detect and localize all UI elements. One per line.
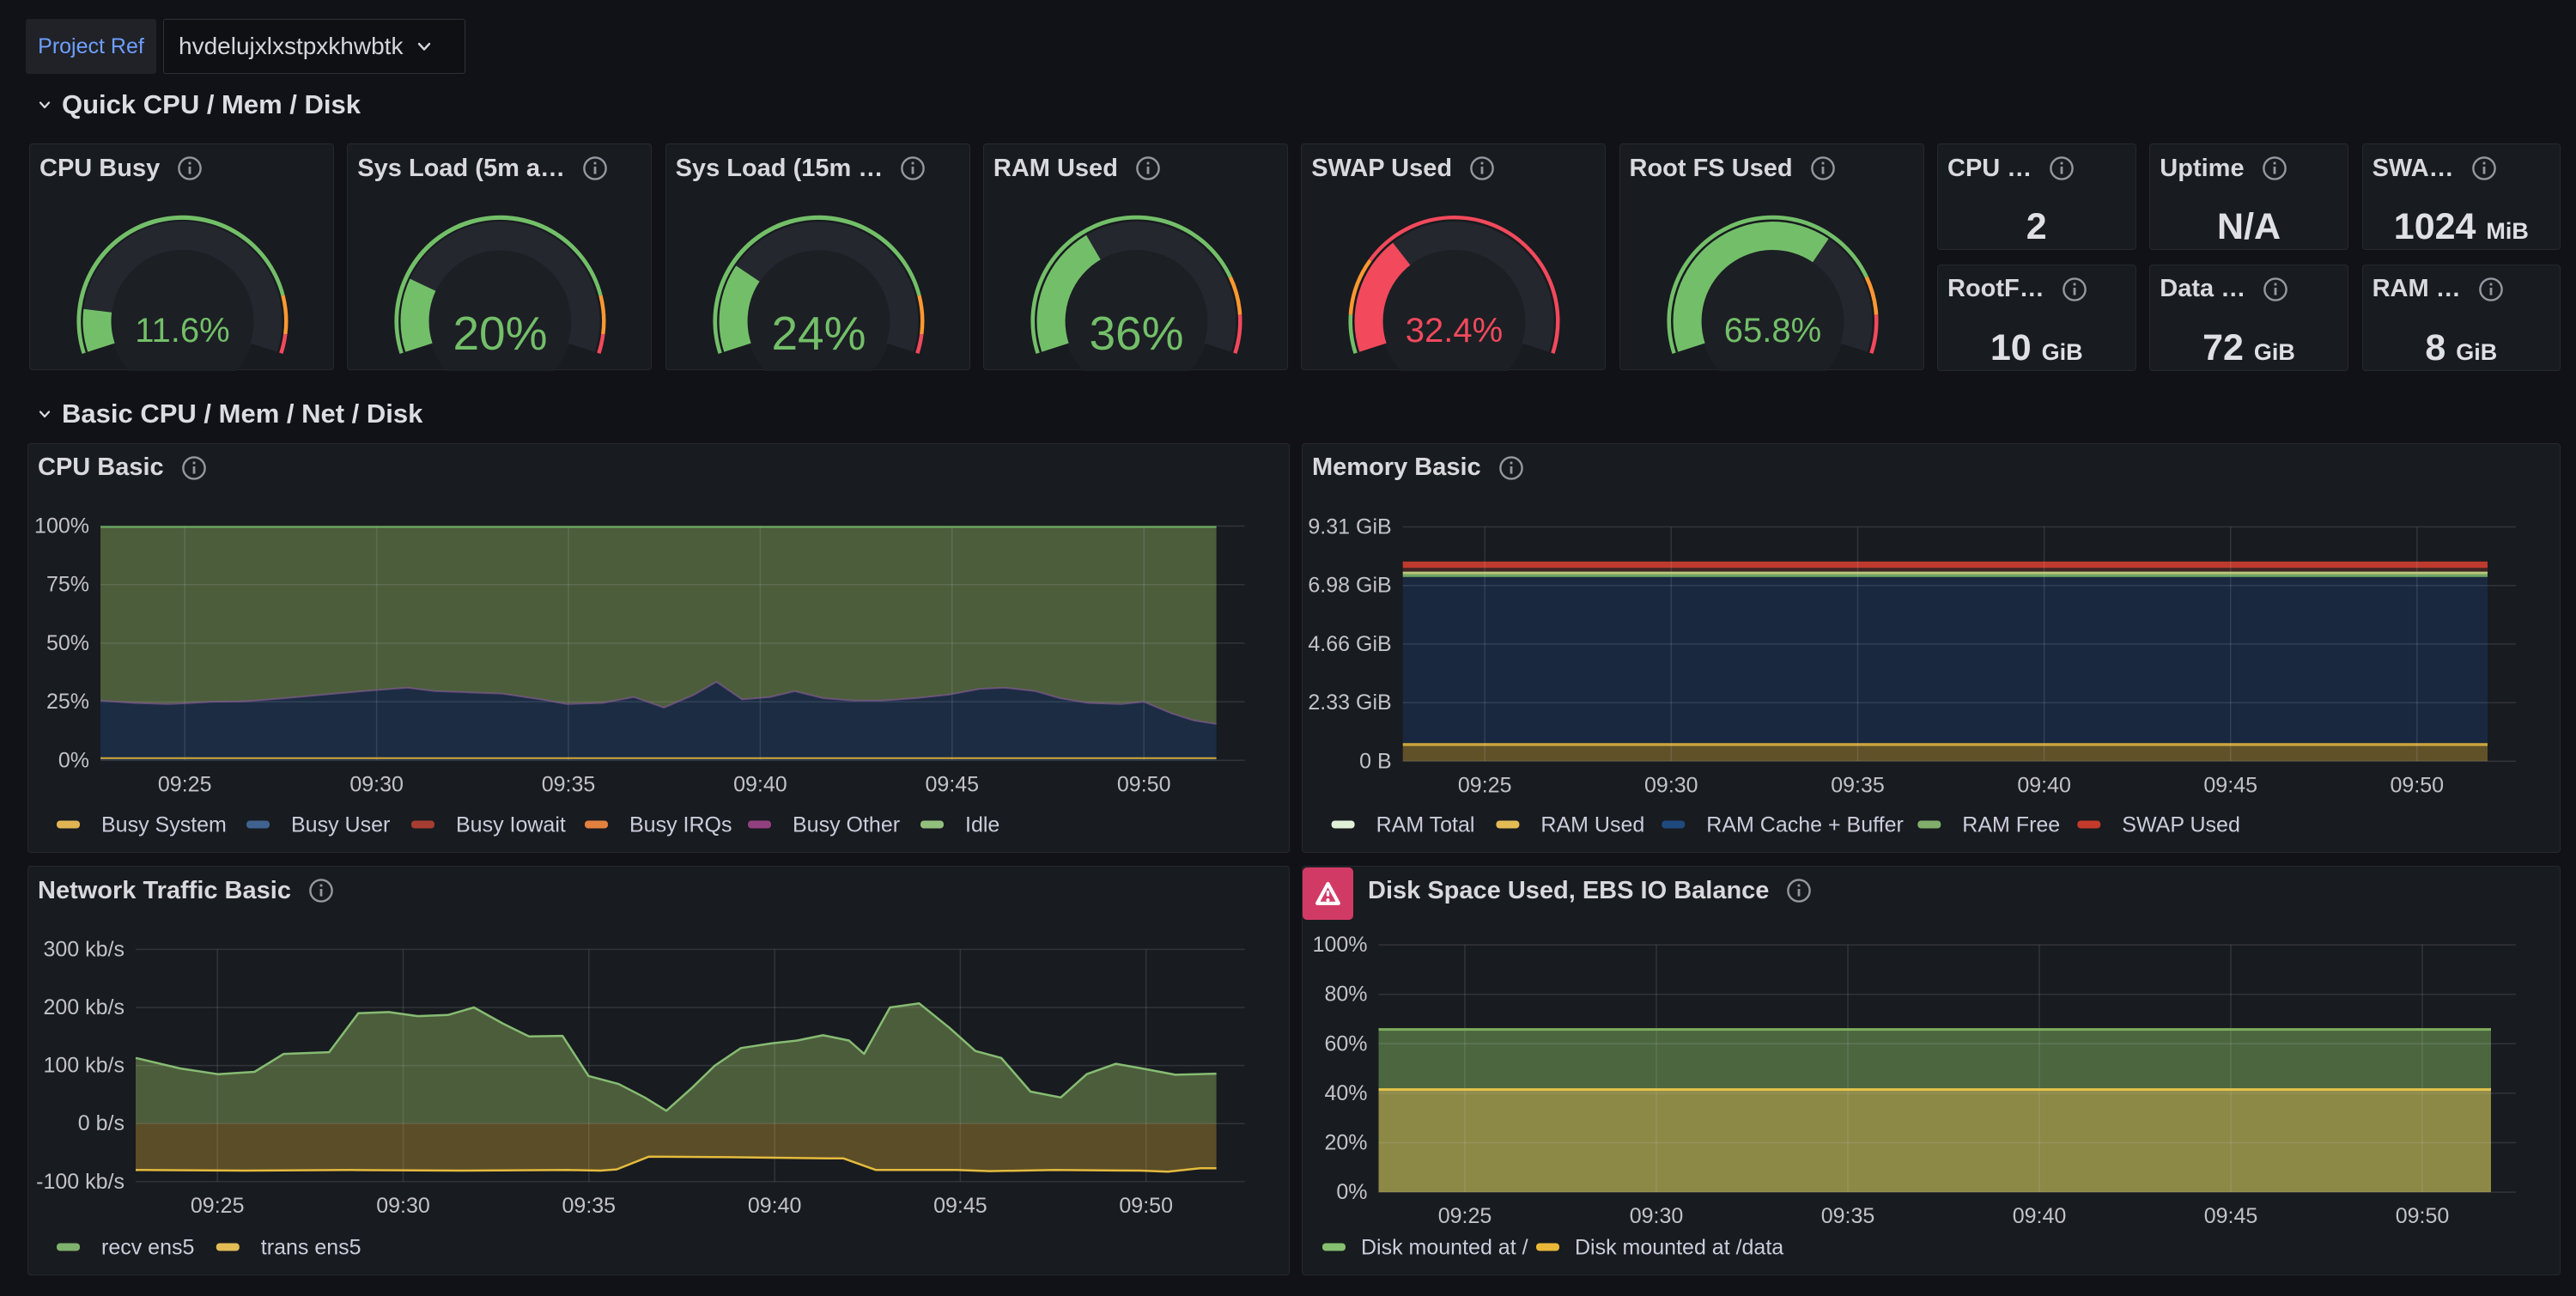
svg-text:09:40: 09:40 [2013,1204,2067,1228]
svg-text:80%: 80% [1324,983,1367,1007]
svg-text:09:45: 09:45 [2204,1204,2258,1228]
svg-text:RAM Total: RAM Total [1376,812,1475,837]
svg-text:09:45: 09:45 [2203,773,2257,797]
svg-text:-100 kb/s: -100 kb/s [36,1170,125,1194]
svg-text:24%: 24% [771,307,866,360]
svg-text:09:45: 09:45 [926,772,980,796]
svg-text:SWAP Used: SWAP Used [2122,812,2240,837]
svg-text:100%: 100% [34,514,89,538]
svg-text:100%: 100% [1313,933,1368,957]
svg-text:09:50: 09:50 [1117,772,1171,796]
svg-text:4.66 GiB: 4.66 GiB [1308,631,1391,655]
svg-text:25%: 25% [46,690,89,714]
svg-text:recv ens5: recv ens5 [101,1236,194,1260]
svg-text:Disk mounted at /data: Disk mounted at /data [1575,1236,1783,1260]
svg-text:36%: 36% [1089,307,1183,360]
svg-text:65.8%: 65.8% [1723,312,1820,350]
svg-text:09:35: 09:35 [562,1194,617,1218]
svg-text:09:25: 09:25 [1458,773,1512,797]
svg-text:Busy System: Busy System [101,812,227,837]
svg-text:09:35: 09:35 [542,772,596,796]
svg-text:09:30: 09:30 [376,1194,430,1218]
svg-text:20%: 20% [1324,1131,1367,1155]
svg-text:09:45: 09:45 [933,1194,987,1218]
svg-text:09:35: 09:35 [1821,1204,1875,1228]
svg-text:0%: 0% [1336,1180,1367,1204]
svg-text:9.31 GiB: 9.31 GiB [1308,514,1391,538]
svg-text:Busy User: Busy User [291,812,390,837]
svg-text:0 B: 0 B [1359,749,1392,773]
svg-text:Idle: Idle [965,812,999,837]
svg-text:50%: 50% [46,630,89,654]
svg-text:2.33 GiB: 2.33 GiB [1308,691,1391,715]
svg-text:09:50: 09:50 [2391,773,2445,797]
svg-text:Disk mounted at /: Disk mounted at / [1361,1236,1528,1260]
svg-text:09:30: 09:30 [1630,1204,1684,1228]
svg-text:RAM Used: RAM Used [1540,812,1644,837]
svg-text:09:40: 09:40 [748,1194,802,1218]
svg-text:09:40: 09:40 [2017,773,2071,797]
svg-text:0%: 0% [58,748,89,772]
svg-text:09:50: 09:50 [1119,1194,1173,1218]
svg-text:40%: 40% [1324,1081,1367,1105]
svg-text:6.98 GiB: 6.98 GiB [1308,573,1391,597]
svg-text:100 kb/s: 100 kb/s [43,1054,125,1078]
svg-text:32.4%: 32.4% [1406,312,1503,350]
svg-text:RAM Free: RAM Free [1962,812,2060,837]
svg-text:0 b/s: 0 b/s [78,1111,125,1135]
svg-text:09:40: 09:40 [733,772,787,796]
svg-text:Busy IRQs: Busy IRQs [629,812,732,837]
svg-text:09:30: 09:30 [349,772,404,796]
svg-text:09:50: 09:50 [2396,1204,2450,1228]
svg-text:60%: 60% [1324,1031,1367,1056]
svg-text:Busy Other: Busy Other [793,812,900,837]
svg-text:200 kb/s: 200 kb/s [43,995,125,1019]
svg-text:09:35: 09:35 [1831,773,1885,797]
svg-text:20%: 20% [453,307,548,360]
svg-text:75%: 75% [46,572,89,596]
svg-text:11.6%: 11.6% [135,312,229,350]
svg-text:RAM Cache + Buffer: RAM Cache + Buffer [1706,812,1904,837]
svg-text:Busy Iowait: Busy Iowait [456,812,566,837]
svg-text:09:25: 09:25 [158,772,212,796]
svg-text:09:25: 09:25 [1438,1204,1492,1228]
svg-text:09:25: 09:25 [191,1194,245,1218]
svg-text:300 kb/s: 300 kb/s [43,937,125,961]
svg-text:trans ens5: trans ens5 [261,1236,361,1260]
svg-text:09:30: 09:30 [1644,773,1698,797]
